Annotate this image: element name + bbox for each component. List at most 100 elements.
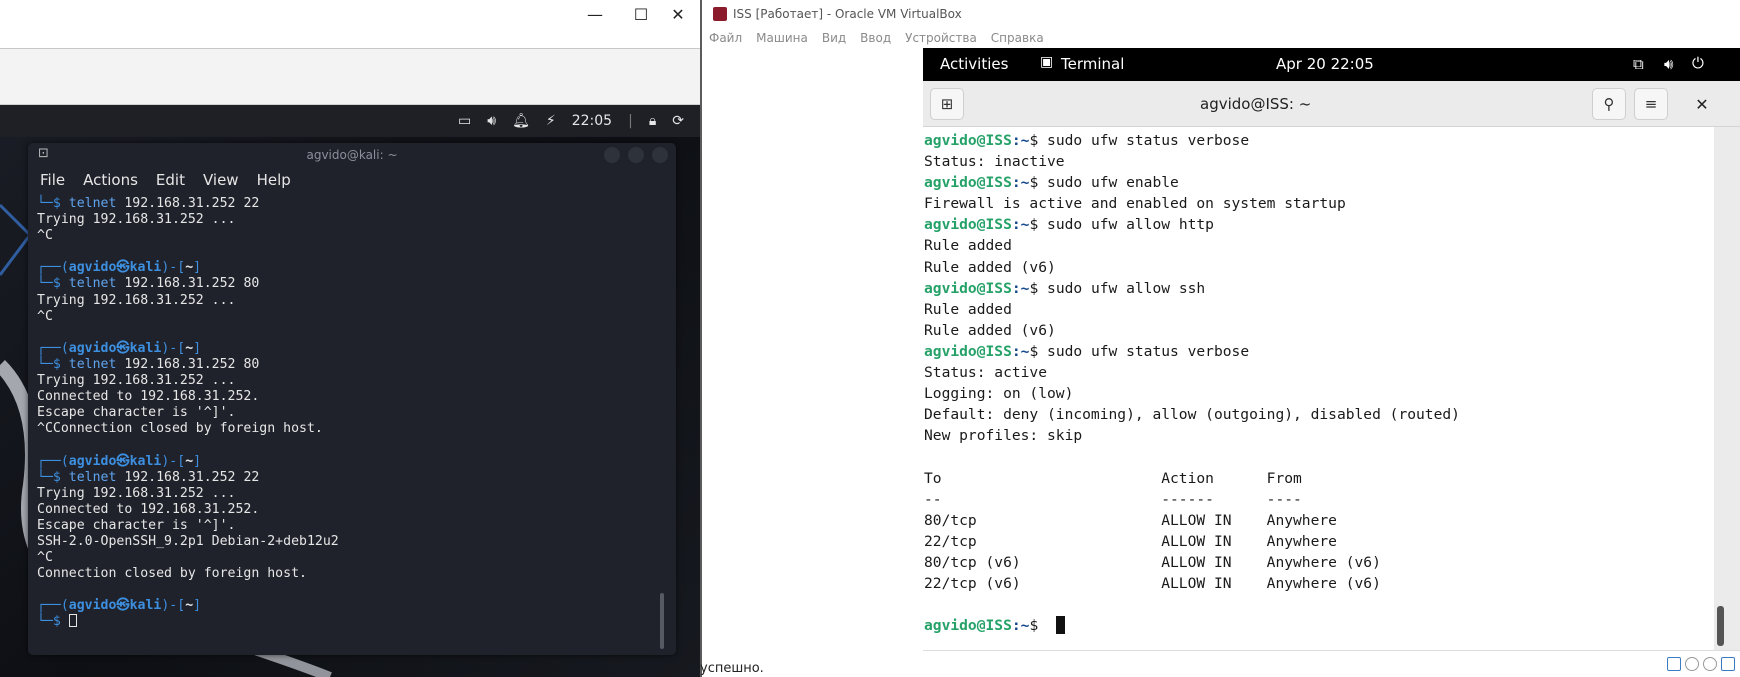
output-text: 22/tcp (v6) ALLOW IN Anywhere (v6) <box>924 574 1381 592</box>
prompt-at: ㉿ <box>116 598 130 614</box>
volume-icon[interactable]: 🔊︎ <box>479 105 504 137</box>
kali-close-button[interactable] <box>652 147 668 163</box>
host-window-content <box>0 49 701 105</box>
output-text: Connection closed by foreign host. <box>37 566 307 582</box>
terminal-line: 22/tcp ALLOW IN Anywhere <box>924 531 1704 552</box>
close-icon: ✕ <box>671 5 685 24</box>
kali-minimize-button[interactable] <box>604 147 620 163</box>
prompt-bracket: ] <box>193 453 202 469</box>
terminal-line: ^C <box>37 550 637 566</box>
gnome-terminal-title: agvido@ISS: ~ <box>1200 95 1312 113</box>
terminal-line: agvido@ISS:~$ sudo ufw allow http <box>924 214 1704 235</box>
vb-menu-devices[interactable]: Устройства <box>905 31 977 45</box>
virtualbox-status-icons <box>1667 657 1735 671</box>
new-tab-button[interactable]: ⊞ <box>930 88 964 120</box>
prompt-host: kali <box>129 453 162 469</box>
prompt-suffix: :~$ <box>1011 617 1048 635</box>
gnome-close-button[interactable]: ✕ <box>1690 92 1714 116</box>
close-button[interactable]: ✕ <box>655 0 701 29</box>
prompt-path: :~ <box>1011 342 1030 360</box>
minimize-button[interactable]: — <box>572 0 618 29</box>
network-icon[interactable]: ⧉ <box>1633 55 1644 73</box>
prompt-at: ㉿ <box>116 340 130 356</box>
prompt-path: :~ <box>1011 174 1030 192</box>
network-status-icon[interactable] <box>1721 657 1735 671</box>
kali-terminal-menubar: File Actions Edit View Help <box>28 167 676 193</box>
search-icon: ⚲ <box>1603 95 1615 113</box>
output-text: Connected to 192.168.31.252. <box>37 389 260 405</box>
virtualbox-screen-margin <box>703 48 923 677</box>
terminal-cursor <box>68 614 77 628</box>
power-icon[interactable]: ⏻ <box>1692 54 1704 72</box>
volume-icon[interactable]: 🔊︎ <box>1664 55 1673 73</box>
vb-menu-help[interactable]: Справка <box>991 31 1044 45</box>
terminal-line: ^C <box>37 228 637 244</box>
panel-clock[interactable]: 22:05 <box>564 105 620 137</box>
audio-status-icon[interactable] <box>1703 657 1717 671</box>
menu-file[interactable]: File <box>40 171 65 189</box>
terminal-line: SSH-2.0-OpenSSH_9.2p1 Debian-2+deb12u2 <box>37 534 637 550</box>
terminal-line: └─$ telnet 192.168.31.252 22 <box>37 196 637 212</box>
output-text: Rule added (v6) <box>924 321 1056 339</box>
command-name: telnet <box>68 196 117 211</box>
menu-edit[interactable]: Edit <box>156 171 185 189</box>
workspace-icon[interactable]: ▭ <box>450 105 479 137</box>
prompt-host: kali <box>129 260 162 276</box>
terminal-line: Logging: on (low) <box>924 383 1704 404</box>
output-text: Rule added <box>924 300 1012 318</box>
output-text: -- ------ ---- <box>924 490 1302 508</box>
kali-terminal-titlebar[interactable]: ⊡ agvido@kali: ~ <box>28 143 676 167</box>
hamburger-menu-button[interactable]: ≡ <box>1634 88 1668 120</box>
panel-separator: | <box>628 113 633 129</box>
menu-view[interactable]: View <box>203 171 239 189</box>
output-text: ^C <box>37 308 53 324</box>
output-text: Logging: on (low) <box>924 385 1074 403</box>
prompt-bracket: )-[ <box>161 340 186 356</box>
gnome-clock[interactable]: Apr 20 22:05 <box>1276 55 1374 73</box>
vb-menu-input[interactable]: Ввод <box>860 31 891 45</box>
gnome-terminal-scroll-thumb[interactable] <box>1717 606 1724 646</box>
menu-actions[interactable]: Actions <box>83 171 138 189</box>
terminal-line: └─$ <box>37 614 637 630</box>
vb-menu-machine[interactable]: Машина <box>756 31 808 45</box>
notification-bell-icon[interactable]: 🔔︎ <box>504 105 538 137</box>
output-text: Trying 192.168.31.252 ... <box>37 212 236 228</box>
command-name: telnet <box>68 276 117 292</box>
lock-icon[interactable]: 🔒︎ <box>641 105 664 137</box>
prompt-user: agvido@ISS <box>924 617 1012 635</box>
output-text: Rule added (v6) <box>924 258 1056 276</box>
gnome-top-bar: Activities ▣ Terminal Apr 20 22:05 ⧉ 🔊︎ … <box>923 48 1740 81</box>
output-text: Connected to 192.168.31.252. <box>37 501 260 517</box>
menu-help[interactable]: Help <box>257 171 291 189</box>
prompt-dir: ~ <box>185 340 194 356</box>
disk-status-icon[interactable] <box>1667 657 1681 671</box>
optical-status-icon[interactable] <box>1685 657 1699 671</box>
activities-button[interactable]: Activities <box>940 55 1008 73</box>
terminal-line: Status: inactive <box>924 151 1704 172</box>
background-status-text: успешно. <box>700 661 764 676</box>
terminal-line: Connection closed by foreign host. <box>37 566 637 582</box>
power-status-icon[interactable]: ⚡︎ <box>538 105 564 137</box>
vb-menu-file[interactable]: Файл <box>709 31 742 45</box>
kali-maximize-button[interactable] <box>628 147 644 163</box>
terminal-line: Escape character is '^]'. <box>37 518 637 534</box>
prompt-corner: ┌──( <box>37 598 69 614</box>
prompt-host: kali <box>129 598 162 614</box>
gnome-terminal-output[interactable]: agvido@ISS:~$ sudo ufw status verbose Sta… <box>924 130 1704 640</box>
logout-icon[interactable]: ⟳ <box>664 105 692 137</box>
command-text: sudo ufw status verbose <box>1047 132 1250 149</box>
prompt-path: :~ <box>1011 617 1030 635</box>
vb-menu-view[interactable]: Вид <box>822 31 846 45</box>
terminal-app-icon: ▣ <box>1040 54 1054 70</box>
kali-terminal-output[interactable]: └─$ telnet 192.168.31.252 22 Trying 192.1… <box>37 196 637 646</box>
app-menu-terminal[interactable]: Terminal <box>1061 55 1124 73</box>
kali-terminal-window[interactable]: ⊡ agvido@kali: ~ File Actions Edit View … <box>28 143 676 655</box>
prompt-bracket: ] <box>193 598 202 614</box>
search-button[interactable]: ⚲ <box>1592 88 1626 120</box>
gnome-terminal-scrollbar[interactable] <box>1714 127 1740 650</box>
command-args: 192.168.31.252 80 <box>116 276 260 292</box>
kali-terminal-scrollbar[interactable] <box>660 593 664 649</box>
command-text: sudo ufw enable <box>1047 174 1179 192</box>
